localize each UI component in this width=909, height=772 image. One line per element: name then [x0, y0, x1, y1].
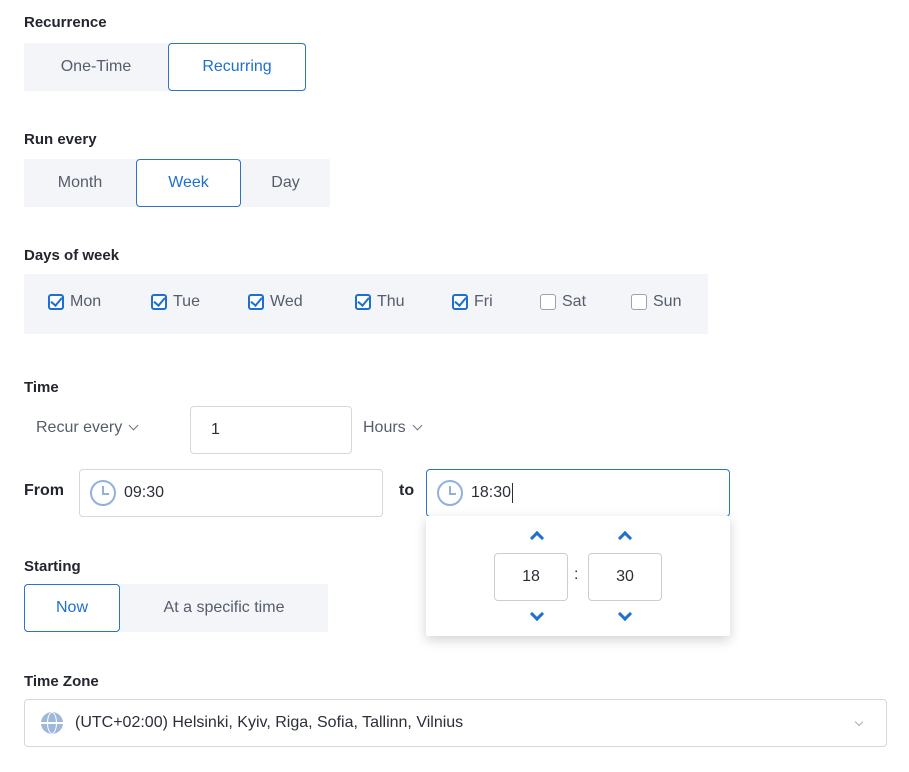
checkbox-checked-icon [48, 294, 64, 310]
time-zone-label: Time Zone [24, 673, 99, 690]
specific-time-option[interactable]: At a specific time [120, 585, 328, 631]
starting-label: Starting [24, 558, 81, 575]
day-checkbox-wed[interactable]: Wed [248, 293, 303, 311]
recurrence-segmented-control: One-Time Recurring [24, 43, 306, 91]
checkbox-checked-icon [452, 294, 468, 310]
checkbox-checked-icon [151, 294, 167, 310]
to-label: to [399, 482, 415, 499]
day-label: Tue [173, 293, 200, 310]
run-every-label: Run every [24, 131, 97, 148]
chevron-down-icon [412, 420, 423, 430]
chevron-down-icon [128, 420, 139, 430]
minute-decrement-icon[interactable] [617, 606, 633, 622]
text-cursor [512, 483, 514, 503]
to-time-input[interactable]: 18:30 [426, 469, 730, 517]
month-option[interactable]: Month [24, 160, 136, 206]
checkbox-checked-icon [248, 294, 264, 310]
day-checkbox-sat[interactable]: Sat [540, 293, 586, 311]
clock-icon [90, 480, 116, 506]
interval-input[interactable]: 1 [190, 406, 352, 454]
day-option[interactable]: Day [241, 160, 330, 206]
recur-mode-value: Recur every [36, 419, 123, 436]
time-zone-select[interactable]: (UTC+02:00) Helsinki, Kyiv, Riga, Sofia,… [24, 699, 887, 747]
from-time-input[interactable]: 09:30 [79, 469, 383, 517]
run-every-segmented-control: Month Week Day [24, 159, 330, 207]
time-picker-popup: 18 : 30 [426, 516, 730, 636]
time-label: Time [24, 379, 59, 396]
starting-segmented-control: Now At a specific time [24, 584, 328, 632]
chevron-down-icon [854, 717, 864, 727]
recur-mode-dropdown[interactable]: Recur every [36, 419, 139, 437]
minute-value: 30 [616, 568, 634, 585]
day-checkbox-sun[interactable]: Sun [631, 293, 681, 311]
day-label: Mon [70, 293, 102, 310]
hour-value: 18 [522, 568, 540, 585]
week-option[interactable]: Week [136, 159, 241, 207]
minute-increment-icon[interactable] [617, 530, 633, 546]
recurring-option[interactable]: Recurring [168, 43, 306, 91]
hour-increment-icon[interactable] [529, 530, 545, 546]
day-checkbox-mon[interactable]: Mon [48, 293, 101, 311]
recurrence-label: Recurrence [24, 14, 107, 31]
day-checkbox-thu[interactable]: Thu [355, 293, 405, 311]
from-label: From [24, 482, 64, 499]
hour-field[interactable]: 18 [494, 553, 568, 601]
now-option[interactable]: Now [24, 584, 120, 632]
day-label: Thu [377, 293, 405, 310]
time-zone-value: (UTC+02:00) Helsinki, Kyiv, Riga, Sofia,… [75, 714, 464, 731]
day-checkbox-fri[interactable]: Fri [452, 293, 493, 311]
time-separator: : [574, 566, 579, 583]
checkbox-unchecked-icon [631, 294, 647, 310]
days-of-week-label: Days of week [24, 247, 120, 264]
checkbox-unchecked-icon [540, 294, 556, 310]
day-checkbox-tue[interactable]: Tue [151, 293, 200, 311]
globe-icon [41, 712, 63, 734]
days-of-week-group: Mon Tue Wed Thu Fri Sat Sun [24, 274, 708, 334]
one-time-option[interactable]: One-Time [24, 44, 168, 90]
day-label: Fri [474, 293, 493, 310]
day-label: Wed [270, 293, 303, 310]
hour-decrement-icon[interactable] [529, 606, 545, 622]
minute-field[interactable]: 30 [588, 553, 662, 601]
from-time-value: 09:30 [124, 484, 165, 501]
interval-unit-dropdown[interactable]: Hours [363, 419, 423, 437]
interval-unit-value: Hours [363, 419, 406, 436]
interval-value: 1 [211, 421, 220, 438]
clock-icon [437, 480, 463, 506]
day-label: Sat [562, 293, 587, 310]
checkbox-checked-icon [355, 294, 371, 310]
to-time-value: 18:30 [471, 484, 512, 501]
day-label: Sun [653, 293, 682, 310]
